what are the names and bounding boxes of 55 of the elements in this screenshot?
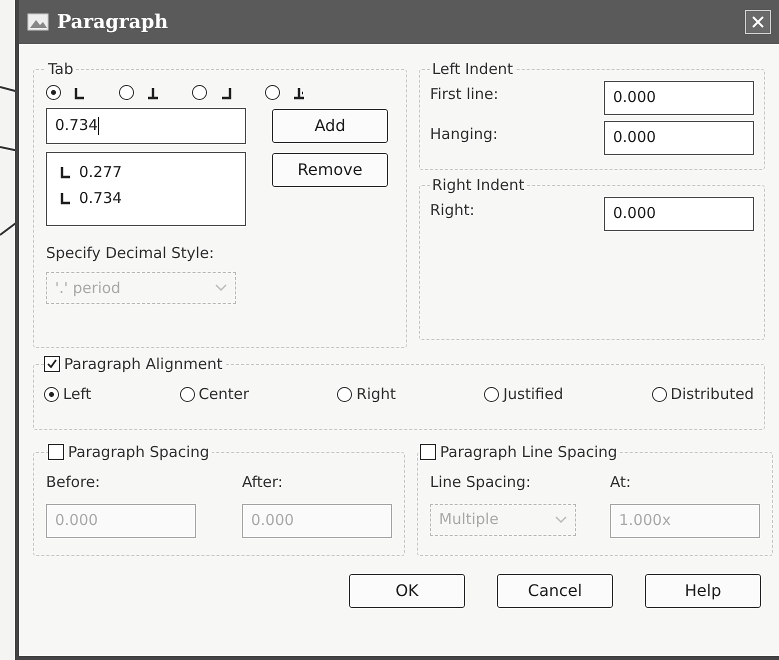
checkbox-label: Paragraph Line Spacing — [440, 442, 618, 463]
dialog-button[interactable]: OK — [349, 574, 465, 608]
radio-button[interactable] — [265, 84, 280, 100]
input-field[interactable]: 0.000 — [604, 80, 754, 114]
tab-stop-icon — [59, 191, 73, 206]
field-label: Line Spacing: — [430, 472, 532, 493]
checkbox-label: Paragraph Alignment — [64, 354, 222, 375]
radio-button[interactable] — [44, 386, 59, 402]
chevron-icon — [215, 284, 227, 292]
input-field[interactable]: 0.000 — [604, 196, 754, 230]
tab-stops-list[interactable]: 0.277 0.734 — [46, 152, 246, 226]
radio-button[interactable] — [119, 84, 134, 100]
dialog-button[interactable]: Cancel — [497, 574, 613, 608]
field-label: Before: — [46, 472, 102, 493]
radio-button[interactable] — [484, 386, 500, 402]
dialog-button[interactable]: Add — [272, 108, 388, 142]
field-label: Right: — [430, 200, 475, 220]
group-title: Right Indent — [431, 175, 526, 196]
field-label: Specify Decimal Style: — [46, 242, 216, 264]
group-title: Tab — [47, 59, 74, 80]
input-field[interactable]: 0.734 — [46, 108, 246, 144]
tab-stop-icon — [59, 164, 73, 179]
close-icon — [751, 15, 765, 29]
field-label: First line: — [430, 84, 498, 104]
field-label: At: — [610, 472, 632, 493]
radio-label: Center — [198, 384, 250, 405]
radio-button[interactable] — [46, 84, 61, 100]
radio-label: Left — [63, 384, 92, 405]
radio-button[interactable] — [337, 386, 352, 402]
radio-label: Right — [356, 384, 396, 405]
tab-stop-icon — [146, 86, 160, 100]
list-item[interactable]: 0.277 — [79, 160, 122, 183]
app-icon — [27, 13, 49, 31]
chevron-icon — [555, 516, 567, 524]
checkbox[interactable] — [48, 444, 64, 460]
field-label: Hanging: — [430, 124, 498, 144]
radio-button[interactable] — [180, 386, 195, 402]
checkbox-label: Paragraph Spacing — [68, 442, 210, 463]
field-label: After: — [242, 472, 284, 493]
radio-label: Justified — [503, 384, 564, 405]
radio-label: Distributed — [670, 384, 754, 405]
input-field[interactable]: 0.000 — [604, 120, 754, 154]
close-button[interactable] — [745, 10, 771, 34]
checkbox[interactable] — [420, 444, 436, 460]
group-title: Left Indent — [431, 59, 514, 80]
tab-stop-icon — [219, 86, 233, 100]
list-item[interactable]: 0.734 — [79, 187, 122, 210]
window-title: Paragraph — [57, 10, 168, 35]
dialog-button[interactable]: Help — [645, 574, 761, 608]
tab-stop-icon — [73, 86, 87, 100]
checkbox[interactable] — [44, 356, 60, 372]
radio-button[interactable] — [192, 84, 207, 100]
radio-button[interactable] — [652, 386, 667, 402]
tab-stop-icon — [292, 86, 306, 100]
dialog-button[interactable]: Remove — [272, 152, 388, 186]
